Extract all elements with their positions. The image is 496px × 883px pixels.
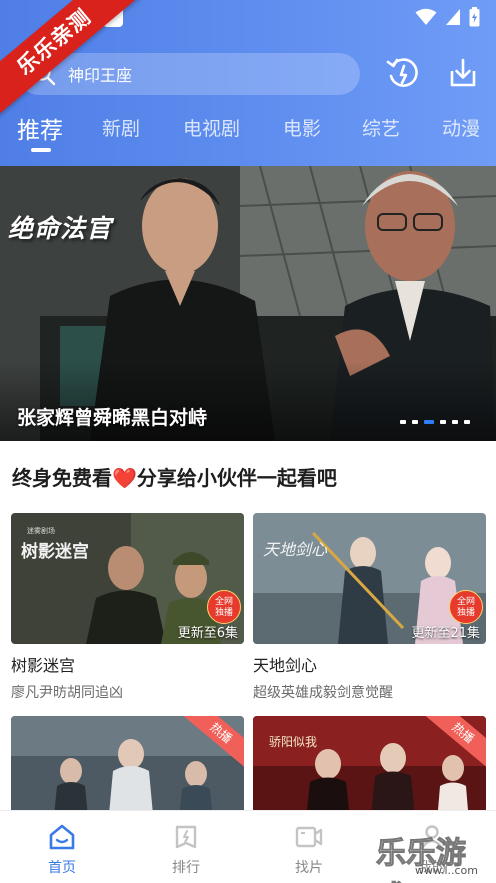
download-icon[interactable]: [446, 56, 480, 90]
poster-title-text: 天地剑心: [263, 540, 328, 559]
user-icon: [420, 825, 444, 850]
bottom-navigation: 首页 排行 找片 我的: [0, 810, 496, 883]
signal-icon: [446, 9, 460, 25]
card-thumbnail[interactable]: 迷雾剧场 树影迷宫 全网 独播 更新至6集: [11, 513, 244, 644]
ranking-icon: [175, 825, 197, 849]
card-subtitle: 廖凡尹昉胡同追凶: [11, 685, 123, 701]
carousel-dot-active[interactable]: [424, 420, 434, 424]
search-hint-text: 神印王座: [68, 66, 133, 85]
category-tabs: 推荐 新剧 电视剧 电影 综艺 动漫: [0, 108, 496, 158]
card-thumbnail[interactable]: 天地剑心 全网 独播 更新至21集: [253, 513, 486, 644]
nav-ranking[interactable]: 排行: [146, 811, 226, 883]
hero-banner[interactable]: 绝命法官 张家辉曾舜晞黑白对峙: [0, 166, 496, 441]
tab-new-drama[interactable]: 新剧: [102, 114, 140, 141]
search-input[interactable]: 神印王座: [18, 53, 360, 95]
carousel-dot[interactable]: [464, 420, 470, 424]
home-icon: [49, 824, 75, 850]
card-thumbnail[interactable]: 热播: [11, 716, 244, 810]
tab-tv-series[interactable]: 电视剧: [183, 114, 240, 141]
video-card[interactable]: 迷雾剧场 树影迷宫 全网 独播 更新至6集 树影迷宫 廖凡尹昉胡同追凶: [11, 513, 244, 702]
video-card[interactable]: 天地剑心 全网 独播 更新至21集 天地剑心 超级英雄成毅剑意觉醒: [253, 513, 486, 702]
tab-recommend[interactable]: 推荐: [17, 111, 63, 145]
battery-icon: [469, 7, 480, 27]
nav-label: 排行: [172, 860, 200, 876]
video-card[interactable]: 热播: [11, 716, 244, 810]
carousel-dot[interactable]: [452, 420, 458, 424]
poster-brand-text: 迷雾剧场: [27, 526, 55, 535]
nav-find[interactable]: 找片: [269, 811, 349, 883]
carousel-indicator: [400, 420, 470, 424]
carousel-dot[interactable]: [400, 420, 406, 424]
nav-label: 我的: [418, 860, 446, 876]
update-status: 更新至21集: [411, 626, 480, 641]
carousel-dot[interactable]: [440, 420, 446, 424]
active-tab-indicator: [31, 148, 51, 152]
section-title: 终身免费看❤️分享给小伙伴一起看吧: [12, 466, 337, 490]
tab-variety[interactable]: 综艺: [362, 114, 400, 141]
banner-logo: 绝命法官: [8, 214, 113, 243]
card-title[interactable]: 天地剑心: [253, 652, 486, 676]
status-icons: [415, 6, 480, 28]
banner-title: 张家辉曾舜晞黑白对峙: [17, 407, 208, 429]
history-icon[interactable]: [386, 56, 420, 90]
video-icon: [295, 826, 323, 848]
carousel-dot[interactable]: [412, 420, 418, 424]
poster-title-text: 树影迷宫: [21, 541, 89, 562]
nav-mine[interactable]: 我的: [392, 811, 472, 883]
app-root: 神印王座 推荐 新剧 电视剧 电影 综艺 动漫 乐乐亲测 绝命法官 张家辉曾舜晞…: [0, 0, 496, 883]
exclusive-badge: 全网 独播: [449, 590, 483, 624]
nav-label: 找片: [295, 860, 323, 876]
tab-movies[interactable]: 电影: [283, 114, 321, 141]
nav-home[interactable]: 首页: [22, 811, 102, 883]
nav-label: 首页: [48, 860, 76, 876]
card-title[interactable]: 树影迷宫: [11, 652, 244, 676]
tab-anime[interactable]: 动漫: [442, 114, 480, 141]
card-subtitle: 超级英雄成毅剑意觉醒: [253, 685, 393, 701]
video-card[interactable]: 骄阳似我 热播: [253, 716, 486, 810]
poster-title-text: 骄阳似我: [269, 735, 317, 749]
update-status: 更新至6集: [177, 626, 238, 641]
card-thumbnail[interactable]: 骄阳似我 热播: [253, 716, 486, 810]
wifi-icon: [415, 8, 437, 25]
exclusive-badge: 全网 独播: [207, 590, 241, 624]
